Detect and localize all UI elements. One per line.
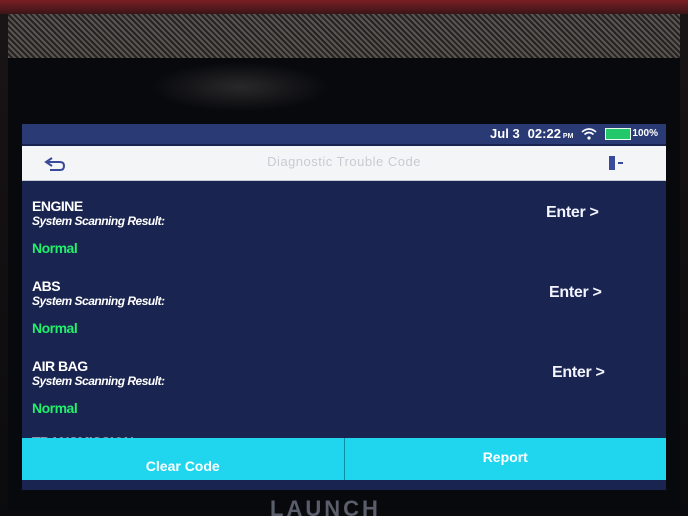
- status-time: 02:22 PM: [528, 126, 574, 141]
- bottom-action-bar: Clear Code Report: [22, 438, 666, 480]
- enter-button-abs[interactable]: Enter >: [549, 284, 602, 302]
- scan-result-label: System Scanning Result:: [32, 374, 165, 388]
- wifi-icon: [581, 127, 597, 140]
- system-row-engine: ENGINE System Scanning Result: Normal En…: [22, 182, 666, 260]
- battery-level: 100%: [632, 128, 658, 139]
- scan-result-status: Normal: [32, 320, 78, 336]
- status-ampm: PM: [562, 133, 574, 140]
- system-name: ABS: [32, 278, 61, 294]
- enter-button-engine[interactable]: Enter >: [546, 204, 599, 222]
- back-arrow-icon: [44, 157, 66, 171]
- status-time-value: 02:22: [527, 126, 561, 141]
- system-name: AIR BAG: [32, 358, 88, 374]
- clear-code-button[interactable]: Clear Code: [22, 438, 345, 480]
- scan-result-status: Normal: [32, 400, 78, 416]
- system-row-abs: ABS System Scanning Result: Normal Enter…: [22, 262, 666, 340]
- app-screen: Jul 3 02:22 PM 100% Diagnostic Trouble C…: [22, 124, 666, 490]
- page-title: Diagnostic Trouble Code: [267, 154, 421, 169]
- system-status-bar: Jul 3 02:22 PM 100%: [22, 124, 666, 144]
- battery-indicator: 100%: [605, 127, 658, 140]
- status-indicators: Jul 3 02:22 PM 100%: [490, 126, 658, 141]
- report-button[interactable]: Report: [344, 438, 666, 480]
- scan-result-label: System Scanning Result:: [32, 214, 165, 228]
- system-name: ENGINE: [32, 198, 83, 214]
- photo-scene: Jul 3 02:22 PM 100% Diagnostic Trouble C…: [0, 0, 688, 516]
- device-bezel: [8, 14, 680, 58]
- status-date: Jul 3: [490, 126, 520, 141]
- system-row-airbag: AIR BAG System Scanning Result: Normal E…: [22, 342, 666, 420]
- title-bar: Diagnostic Trouble Code: [22, 146, 666, 181]
- scan-result-label: System Scanning Result:: [32, 294, 165, 308]
- screen-glare: [150, 62, 330, 112]
- enter-button-airbag[interactable]: Enter >: [552, 364, 605, 382]
- battery-icon: [605, 127, 632, 140]
- back-button[interactable]: [36, 152, 72, 174]
- device-brand-logo: LAUNCH: [270, 496, 381, 516]
- device-housing-top: [0, 0, 688, 14]
- scan-result-status: Normal: [32, 240, 78, 256]
- exit-button[interactable]: [606, 153, 626, 173]
- exit-icon: [609, 156, 623, 170]
